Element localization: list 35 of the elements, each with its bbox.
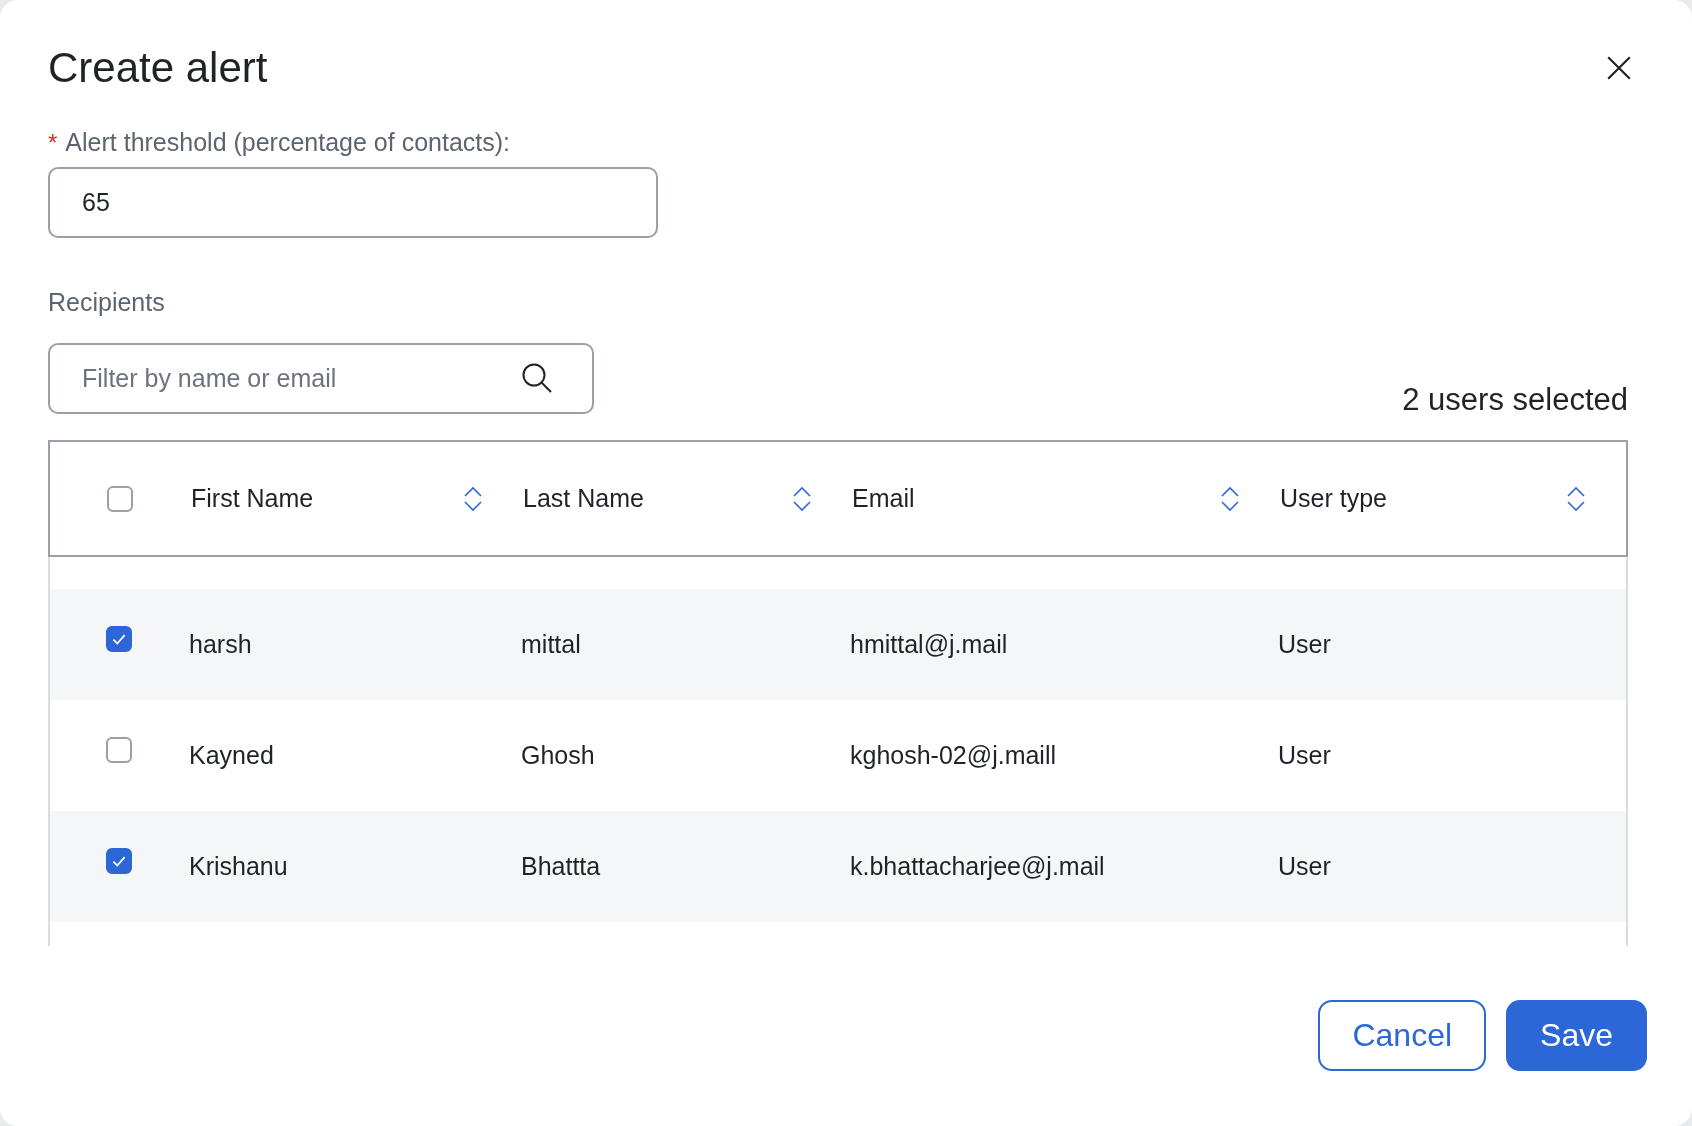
table-cell: User bbox=[1278, 852, 1331, 880]
row-checkbox[interactable] bbox=[105, 625, 132, 652]
row-checkbox[interactable] bbox=[105, 736, 132, 763]
save-button[interactable]: Save bbox=[1506, 1000, 1647, 1071]
close-icon[interactable] bbox=[1606, 55, 1632, 81]
sort-icon[interactable] bbox=[1566, 484, 1586, 513]
dialog-title: Create alert bbox=[48, 44, 268, 92]
select-all-checkbox[interactable] bbox=[106, 485, 133, 512]
section-label: Recipients bbox=[48, 288, 166, 317]
row-checkbox[interactable] bbox=[105, 847, 132, 874]
cancel-button[interactable]: Cancel bbox=[1318, 1000, 1487, 1071]
sort-icon[interactable] bbox=[463, 484, 483, 513]
search-icon bbox=[520, 361, 554, 395]
table-cell: hmittal@j.mail bbox=[850, 630, 1008, 658]
column-header[interactable]: Email bbox=[852, 484, 915, 513]
table-cell: harsh bbox=[189, 630, 252, 658]
column-header[interactable]: User type bbox=[1280, 484, 1387, 513]
field-label: Alert threshold (percentage of contacts): bbox=[65, 128, 511, 157]
column-header[interactable]: Last Name bbox=[523, 484, 644, 513]
table-cell: User bbox=[1278, 630, 1331, 658]
required-asterisk: * bbox=[48, 129, 58, 157]
threshold-input[interactable]: 65 bbox=[48, 167, 658, 238]
table-cell: Kayned bbox=[189, 741, 274, 769]
table-cell: Ghosh bbox=[521, 741, 595, 769]
sort-icon[interactable] bbox=[1220, 484, 1240, 513]
table-cell: mittal bbox=[521, 630, 581, 658]
search-field[interactable]: Filter by name or email bbox=[48, 343, 594, 414]
table-cell: Krishanu bbox=[189, 852, 288, 880]
column-header[interactable]: First Name bbox=[191, 484, 314, 513]
sort-icon[interactable] bbox=[792, 484, 812, 513]
selection-count: 2 users selected bbox=[1402, 382, 1628, 418]
table-cell: kghosh-02@j.maill bbox=[850, 741, 1057, 769]
table-cell: k.bhattacharjee@j.mail bbox=[850, 852, 1105, 880]
table-cell: Bhattta bbox=[521, 852, 601, 880]
table-cell: User bbox=[1278, 741, 1331, 769]
